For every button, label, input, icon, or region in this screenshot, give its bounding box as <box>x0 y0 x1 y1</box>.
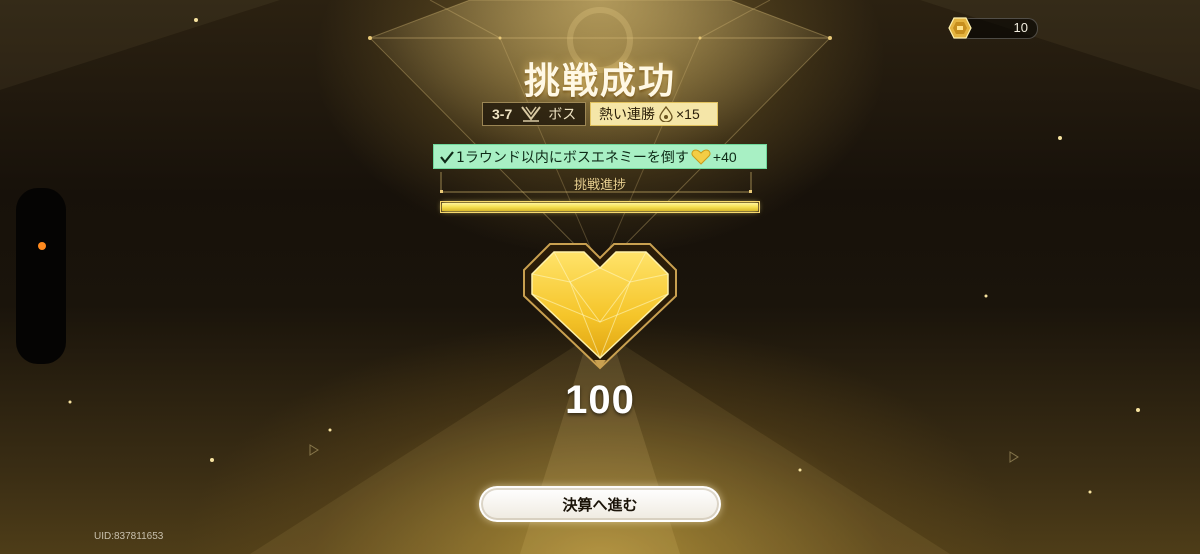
side-drawer-handle[interactable] <box>16 188 66 364</box>
objective-reward: +40 <box>712 148 737 165</box>
progress-label: 挑戦進捗 <box>573 178 626 193</box>
golden-heart-icon <box>523 243 677 370</box>
flame-drop-icon <box>659 106 673 122</box>
checkmark-icon <box>440 150 454 164</box>
heart-icon <box>691 148 711 165</box>
stage-number: 3-7 <box>492 106 513 122</box>
win-streak-tag: 熱い連勝 ×15 <box>590 102 718 126</box>
result-score: 100 <box>565 378 635 422</box>
progress-bar-fill <box>442 203 758 211</box>
result-title: 挑戦成功 <box>523 61 676 102</box>
stage-tag: 3-7 ボス <box>482 102 586 126</box>
user-id: UID:837811653 <box>94 531 164 542</box>
currency-counter[interactable]: 10 <box>948 17 1038 39</box>
streak-multiplier: ×15 <box>676 106 700 122</box>
stage-type-label: ボス <box>548 107 577 123</box>
objective-banner: 1ラウンド以内にボスエネミーを倒す +40 <box>433 144 767 169</box>
currency-value: 10 <box>1013 20 1028 35</box>
result-screen: 10 挑戦成功 3-7 ボス 熱い連勝 ×15 1ラウンド以内にボスエネミーを倒… <box>0 0 1200 554</box>
gold-ticket-icon <box>948 17 972 39</box>
progress-bar <box>440 201 760 213</box>
streak-label: 熱い連勝 <box>599 107 655 123</box>
objective-text: 1ラウンド以内にボスエネミーを倒す <box>456 149 689 166</box>
notification-dot <box>38 242 46 250</box>
stage-tags: 3-7 ボス 熱い連勝 ×15 <box>482 102 718 126</box>
boss-crest-icon <box>521 106 542 122</box>
proceed-to-settlement-button[interactable]: 決算へ進む <box>479 486 721 522</box>
